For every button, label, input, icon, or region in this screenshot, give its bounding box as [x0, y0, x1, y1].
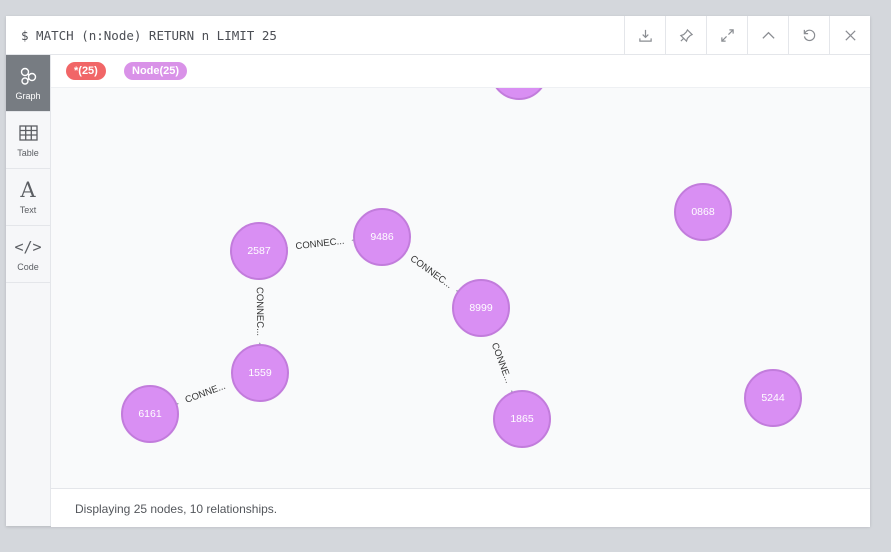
download-button[interactable]	[624, 16, 665, 54]
graph-node[interactable]: 8999	[452, 279, 510, 337]
close-icon	[844, 29, 856, 41]
relationship-label: CONNEC...	[295, 236, 345, 252]
sidebar-item-table[interactable]: Table	[6, 112, 50, 169]
node-caption: 9486	[370, 231, 394, 243]
pin-icon	[679, 28, 693, 42]
chevron-up-icon	[761, 31, 775, 39]
node-caption: 8999	[469, 302, 493, 314]
graph-node[interactable]: 1559	[231, 344, 289, 402]
close-button[interactable]	[829, 16, 870, 54]
relationship-label: CONNEC...	[254, 287, 265, 336]
node-caption: 0868	[691, 206, 715, 218]
sidebar-label-text: Text	[19, 205, 37, 215]
expand-icon	[720, 28, 734, 42]
sidebar-label-table: Table	[17, 148, 39, 158]
text-icon: A	[20, 178, 36, 202]
relationship-label: CONNE...	[184, 381, 227, 406]
graph-node[interactable]	[491, 88, 547, 100]
sidebar-item-graph[interactable]: Graph	[6, 55, 50, 112]
relationship[interactable]: CONNEC...	[254, 277, 265, 352]
collapse-button[interactable]	[747, 16, 788, 54]
query-text[interactable]: $ MATCH (n:Node) RETURN n LIMIT 25	[21, 16, 277, 54]
code-icon: </>	[14, 238, 42, 256]
node-caption: 6161	[138, 408, 162, 420]
graph-svg[interactable]: CONNEC... CONNEC... CONNEC... CONNE... CONNE…	[51, 88, 870, 488]
sidebar-item-code[interactable]: </> Code	[6, 226, 50, 283]
node-circle	[495, 88, 543, 100]
frame-header: $ MATCH (n:Node) RETURN n LIMIT 25	[6, 16, 870, 55]
label-tag-bar: *(25) Node(25)	[51, 55, 870, 88]
sidebar-label-graph: Graph	[15, 91, 41, 101]
node-caption: 2587	[247, 245, 271, 257]
sidebar-item-text[interactable]: A Text	[6, 169, 50, 226]
status-text: Displaying 25 nodes, 10 relationships.	[75, 502, 278, 516]
graph-node[interactable]: 6161	[121, 385, 179, 443]
frame-toolbar	[624, 16, 870, 54]
graph-canvas[interactable]: CONNEC... CONNEC... CONNEC... CONNE... CONNE…	[51, 88, 870, 488]
download-icon	[638, 29, 652, 42]
all-nodes-tag[interactable]: *(25)	[66, 62, 106, 80]
view-sidebar: Graph Table A Text </> Code	[6, 55, 51, 526]
graph-node[interactable]: 2587	[230, 222, 288, 280]
result-frame: $ MATCH (n:Node) RETURN n LIMIT 25 Graph…	[6, 16, 870, 527]
graph-node[interactable]: 0868	[674, 183, 732, 241]
expand-button[interactable]	[706, 16, 747, 54]
rerun-button[interactable]	[788, 16, 829, 54]
node-caption: 1559	[248, 367, 272, 379]
relationship[interactable]: CONNE...	[489, 330, 519, 401]
node-caption: 1865	[510, 413, 534, 425]
rerun-icon	[803, 29, 815, 41]
relationship-label: CONNEC...	[408, 253, 454, 291]
table-icon	[18, 122, 38, 144]
pin-button[interactable]	[665, 16, 706, 54]
sidebar-label-code: Code	[17, 262, 39, 272]
relationship[interactable]: CONNEC...	[403, 251, 466, 299]
node-label-tag[interactable]: Node(25)	[124, 62, 188, 80]
relationship[interactable]: CONNEC...	[286, 234, 361, 252]
graph-icon	[18, 65, 38, 87]
graph-node[interactable]: 5244	[744, 369, 802, 427]
relationship-label: CONNE...	[489, 341, 514, 384]
status-bar: Displaying 25 nodes, 10 relationships.	[51, 488, 870, 527]
node-caption: 5244	[761, 392, 785, 404]
relationship[interactable]: CONNE...	[168, 381, 238, 411]
graph-node[interactable]: 1865	[493, 390, 551, 448]
graph-node[interactable]: 9486	[353, 208, 411, 266]
